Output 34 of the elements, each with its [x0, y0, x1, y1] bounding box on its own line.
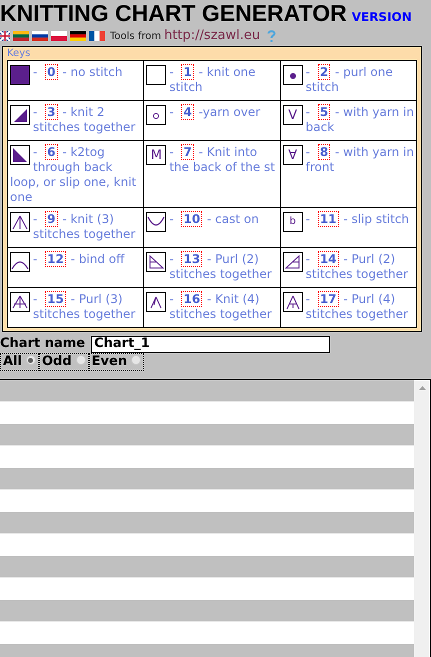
flag-icon[interactable] — [89, 31, 105, 41]
row-filter-option[interactable]: Odd — [38, 353, 89, 371]
row-filter-option[interactable]: All — [0, 353, 39, 371]
stitch-symbol-icon — [146, 292, 166, 312]
stitch-symbol-icon — [282, 65, 303, 85]
flag-icon[interactable] — [32, 31, 48, 41]
stitch-symbol-icon — [282, 252, 303, 272]
chart-name-field[interactable]: Chart_1 — [91, 336, 330, 352]
stitch-symbol-icon — [146, 252, 166, 272]
stitch-symbol: b — [282, 212, 303, 232]
field-label: Chart name — [0, 335, 86, 354]
stitch-symbol: ∀ — [282, 145, 303, 165]
tools-text: Tools from — [110, 30, 162, 44]
scrollbar[interactable] — [414, 380, 431, 657]
stitch-symbol-icon — [10, 105, 30, 125]
stitch-symbol: M — [146, 145, 166, 165]
page-title: KNITTING CHART GENERATOR — [0, 0, 347, 26]
stitch-symbol-icon — [10, 65, 30, 85]
stitch-symbol-icon — [10, 145, 30, 165]
panel-legend: Keys — [7, 47, 417, 60]
stitch-symbol: V — [282, 105, 303, 125]
stitch-symbol-icon — [10, 252, 30, 272]
stitch-symbol-icon — [10, 292, 30, 312]
stitch-symbol-icon — [10, 212, 30, 232]
version-link[interactable]: VERSION — [352, 8, 412, 26]
stitch-symbol-icon — [146, 212, 166, 232]
key-description: - 6 - k2tog through back loop, or slip one, knit one — [10, 143, 138, 205]
site-link[interactable]: http://szawl.eu — [164, 26, 260, 46]
row-filter-option[interactable]: Even — [88, 353, 144, 371]
stitch-symbol-icon — [146, 105, 166, 125]
flag-icon[interactable] — [0, 31, 10, 41]
flag-icon[interactable] — [70, 31, 86, 41]
stitch-symbol-icon — [146, 65, 166, 85]
stitch-symbol-icon — [282, 292, 303, 312]
